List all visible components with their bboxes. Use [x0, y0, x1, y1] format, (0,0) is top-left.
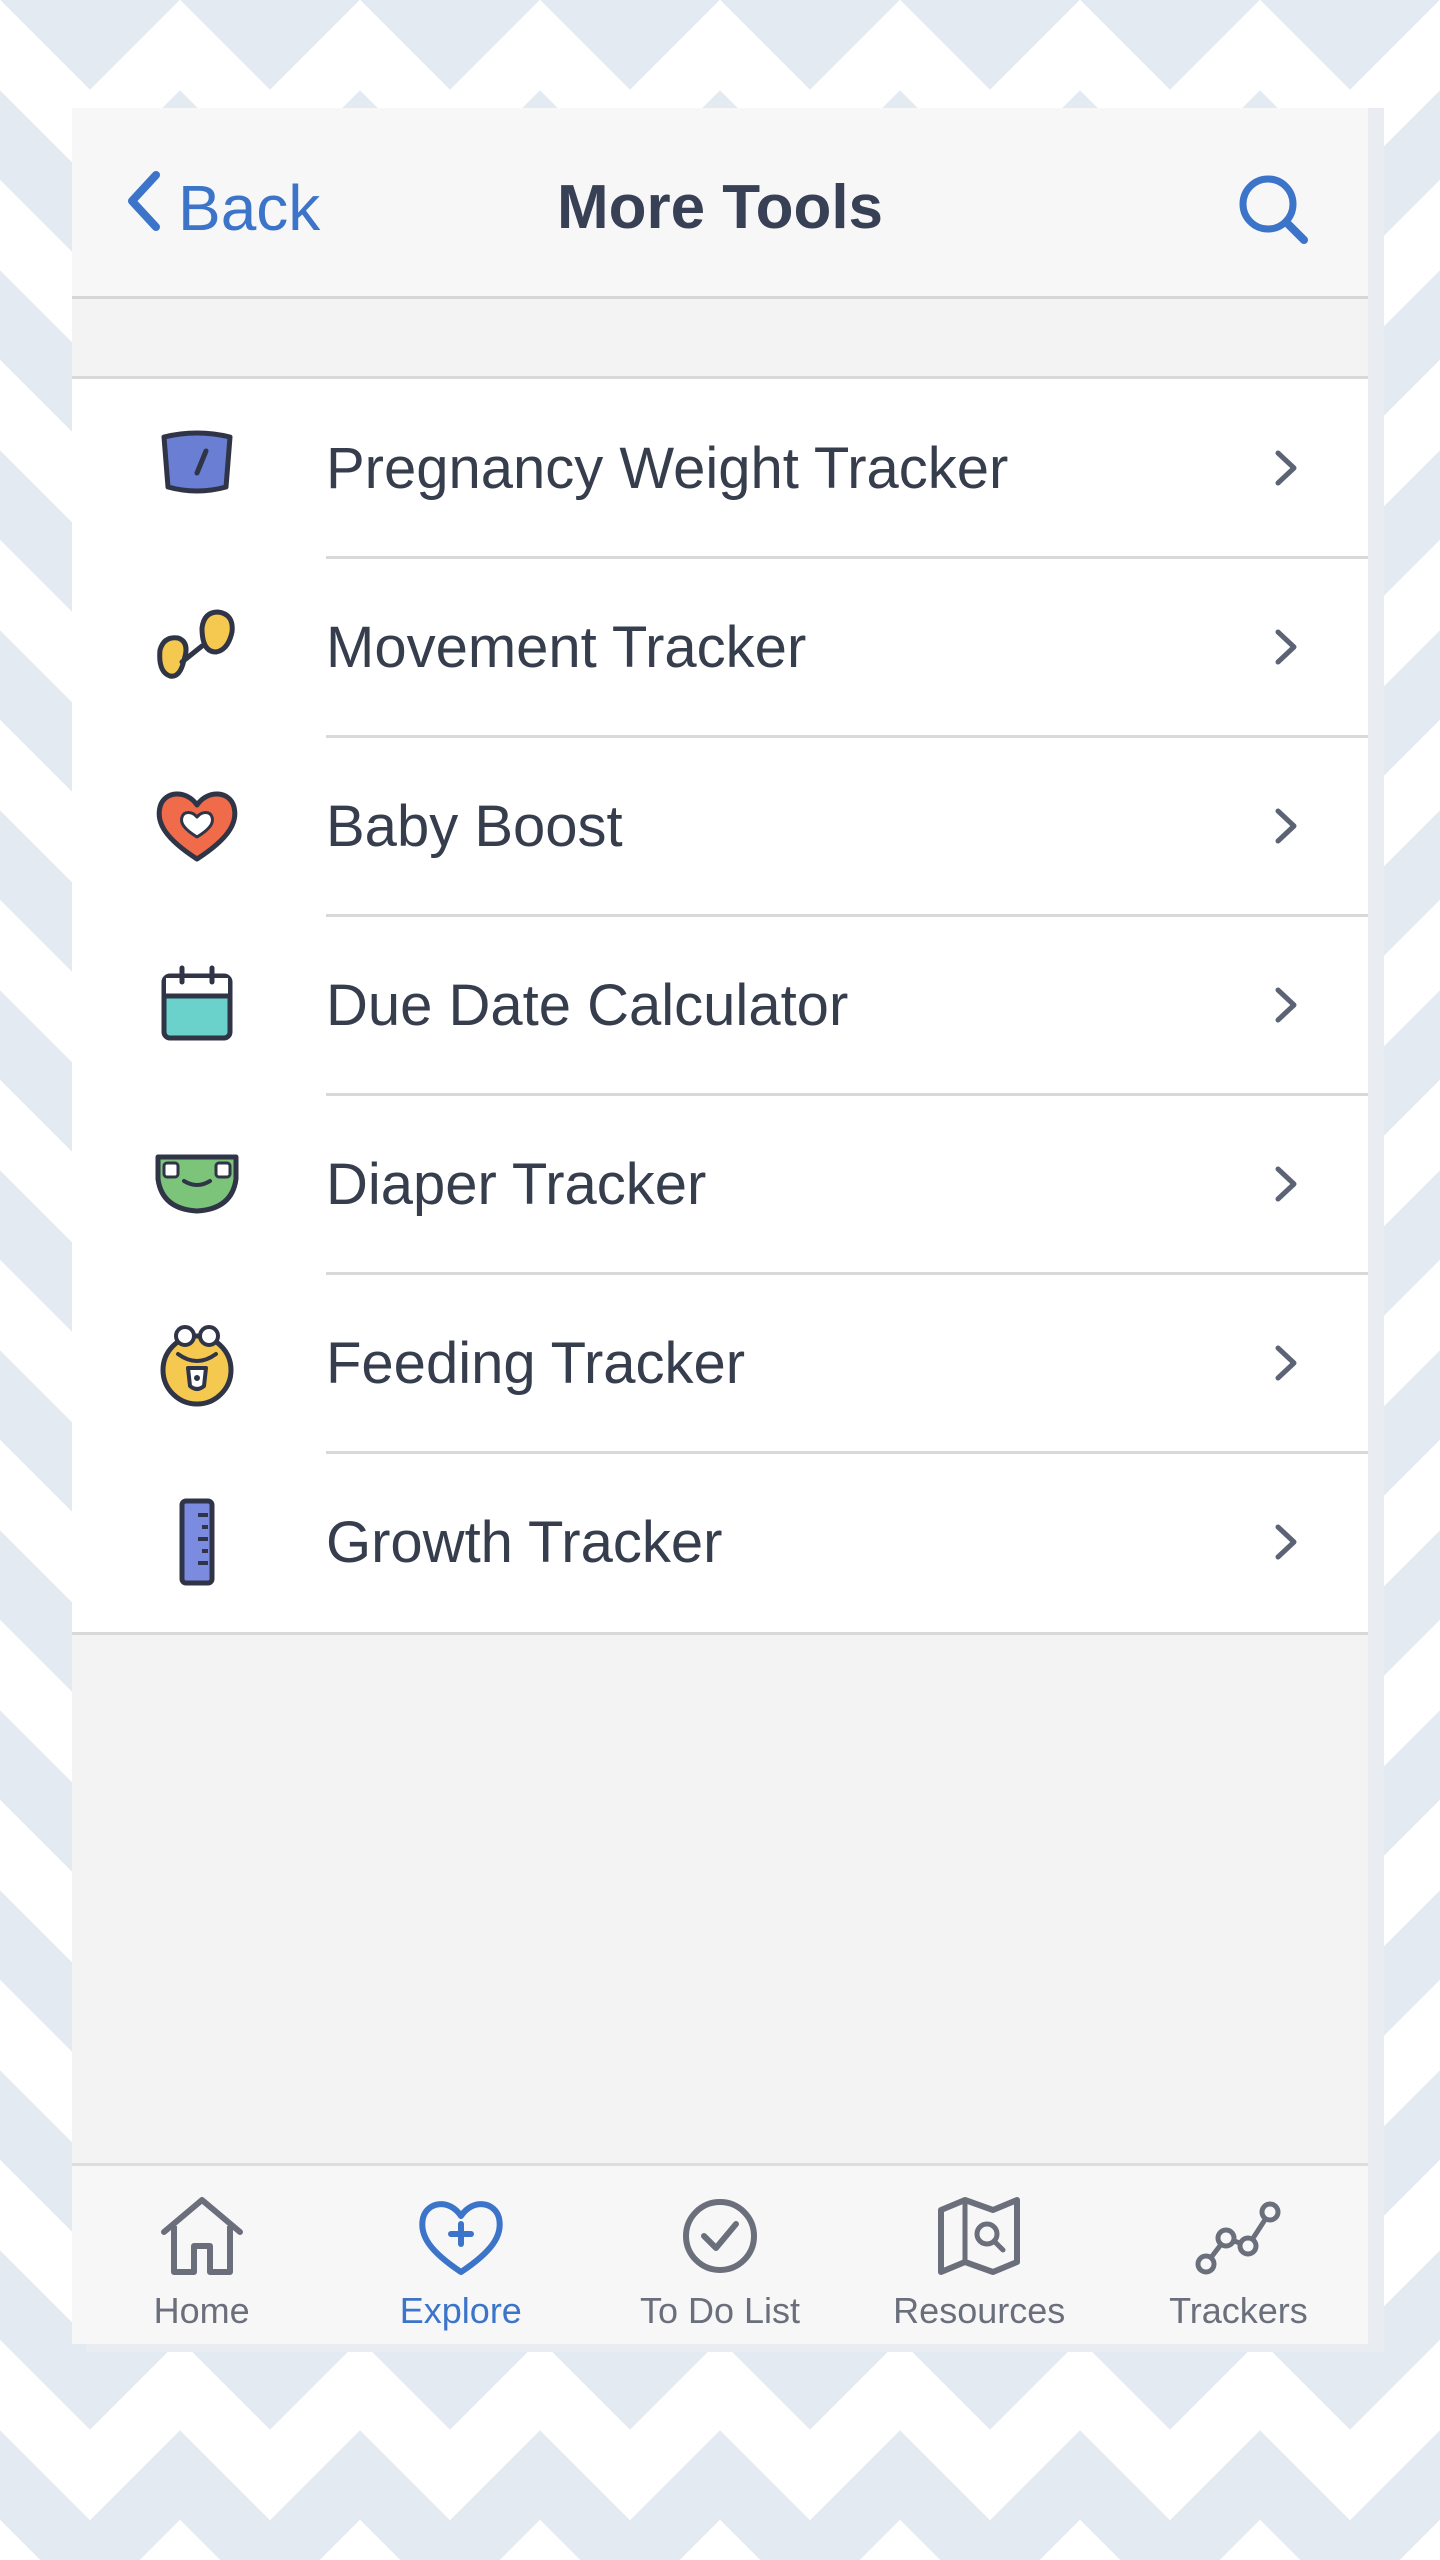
chevron-right-icon — [1275, 450, 1297, 486]
tools-list: Pregnancy Weight Tracker Movement Tracke… — [72, 376, 1368, 1635]
chevron-right-icon — [1275, 987, 1297, 1023]
list-item-movement-tracker[interactable]: Movement Tracker — [72, 556, 1368, 737]
list-item-label: Growth Tracker — [326, 1510, 723, 1575]
list-item-feeding-tracker[interactable]: Feeding Tracker — [72, 1272, 1368, 1453]
list-item-due-date-calculator[interactable]: Due Date Calculator — [72, 914, 1368, 1095]
chevron-right-icon — [1275, 1166, 1297, 1202]
home-icon — [160, 2197, 243, 2275]
baby-bib-icon — [160, 1325, 234, 1407]
calendar-icon — [161, 965, 233, 1041]
scale-icon — [161, 430, 233, 494]
diaper-icon — [155, 1154, 239, 1214]
list-item-label: Movement Tracker — [326, 615, 807, 680]
tab-label: Home — [153, 2290, 250, 2331]
tab-label: Trackers — [1169, 2290, 1308, 2331]
list-item-baby-boost[interactable]: Baby Boost — [72, 735, 1368, 916]
search-button[interactable] — [1232, 168, 1316, 252]
tab-to-do-list[interactable]: To Do List — [590, 2166, 849, 2344]
back-button[interactable]: Back — [124, 163, 320, 253]
tab-label: To Do List — [639, 2290, 801, 2331]
list-item-diaper-tracker[interactable]: Diaper Tracker — [72, 1093, 1368, 1274]
map-search-icon — [938, 2197, 1021, 2275]
navigation-bar: Back More Tools — [72, 108, 1368, 299]
tab-label: Resources — [893, 2290, 1066, 2331]
list-item-label: Diaper Tracker — [326, 1152, 707, 1217]
tab-bar: Home Explore To Do List Resources Tracke… — [72, 2163, 1368, 2344]
baby-feet-icon — [157, 609, 235, 679]
app-screen: Back More Tools Pregnancy Weight Tracker — [72, 108, 1368, 2344]
list-item-growth-tracker[interactable]: Growth Tracker — [72, 1451, 1368, 1632]
chevron-right-icon — [1275, 1345, 1297, 1381]
tab-label: Explore — [399, 2290, 522, 2331]
check-circle-icon — [683, 2199, 757, 2273]
search-icon — [1239, 175, 1308, 244]
tab-resources[interactable]: Resources — [850, 2166, 1109, 2344]
chevron-left-icon — [124, 169, 178, 248]
chevron-right-icon — [1275, 1524, 1297, 1560]
heart-icon — [156, 791, 238, 862]
trend-line-icon — [1195, 2201, 1281, 2275]
ruler-icon — [179, 1498, 215, 1586]
list-item-label: Feeding Tracker — [326, 1331, 746, 1396]
chevron-right-icon — [1275, 808, 1297, 844]
list-item-pregnancy-weight-tracker[interactable]: Pregnancy Weight Tracker — [72, 379, 1368, 558]
tab-explore[interactable]: Explore — [331, 2166, 590, 2344]
list-item-label: Pregnancy Weight Tracker — [326, 436, 1009, 501]
heart-plus-icon — [419, 2201, 503, 2275]
tab-home[interactable]: Home — [72, 2166, 331, 2344]
list-item-label: Due Date Calculator — [326, 973, 849, 1038]
tab-trackers[interactable]: Trackers — [1109, 2166, 1368, 2344]
list-item-label: Baby Boost — [326, 794, 623, 859]
chevron-right-icon — [1275, 629, 1297, 665]
back-label: Back — [178, 172, 321, 244]
